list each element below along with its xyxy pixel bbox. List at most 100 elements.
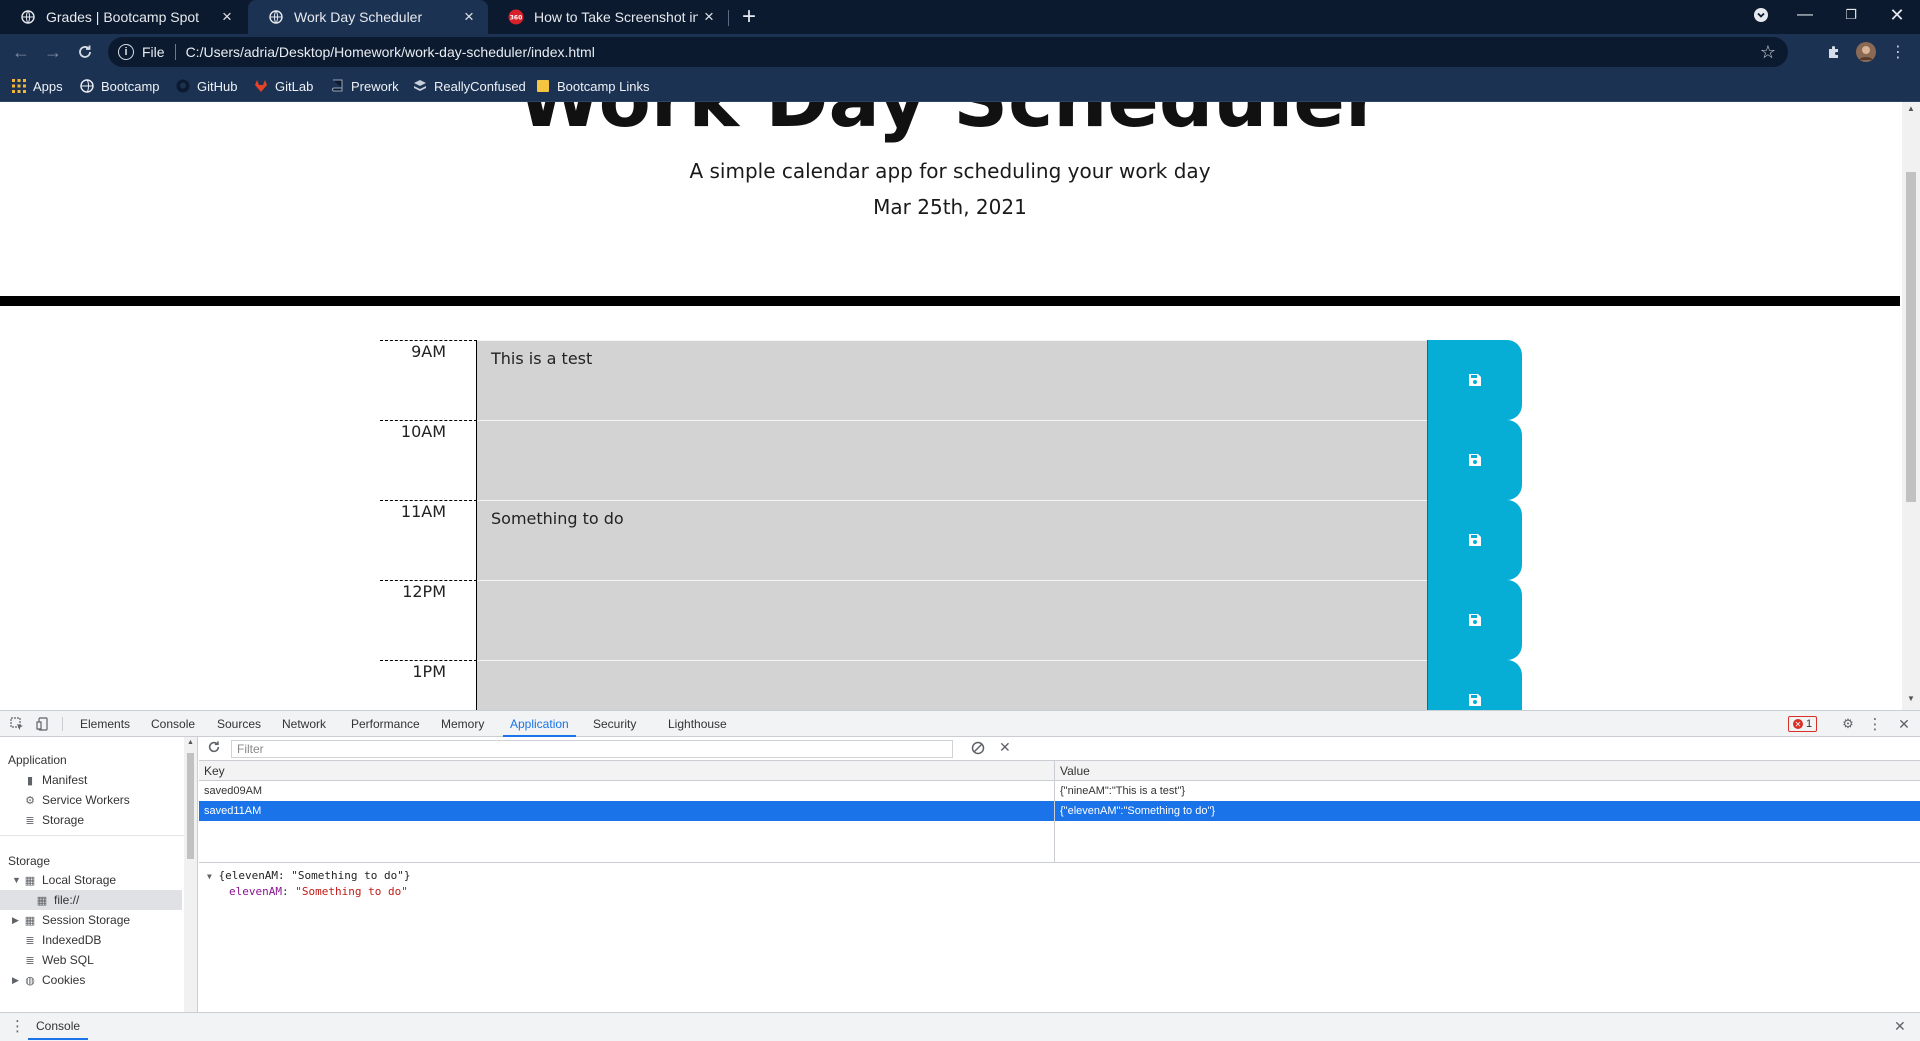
hour-label: 11AM: [380, 500, 477, 580]
save-button[interactable]: [1427, 500, 1522, 580]
info-icon[interactable]: i: [118, 44, 134, 60]
tab-screenshot-guide[interactable]: 360 How to Take Screenshot in Windows ×: [488, 0, 728, 34]
drawer-menu-icon[interactable]: ⋮: [10, 1017, 25, 1035]
devtools-tab-sources[interactable]: Sources: [217, 711, 261, 737]
tab-grades[interactable]: Grades | Bootcamp Spot ×: [0, 0, 246, 34]
close-devtools-icon[interactable]: ✕: [1895, 715, 1913, 733]
hour-label: 9AM: [380, 340, 477, 420]
tab-title: How to Take Screenshot in Windows: [534, 9, 698, 25]
description-textarea[interactable]: [477, 660, 1427, 710]
save-button[interactable]: [1427, 340, 1522, 420]
collapsed-triangle-icon[interactable]: ▶: [12, 915, 22, 926]
devtools-tab-network[interactable]: Network: [282, 711, 326, 737]
address-bar[interactable]: i File C:/Users/adria/Desktop/Homework/w…: [108, 37, 1788, 67]
expanded-triangle-icon[interactable]: ▼: [12, 875, 22, 885]
value-cell[interactable]: {"nineAM":"This is a test"}: [1055, 781, 1920, 801]
sidebar-item-storage[interactable]: ≣ Storage: [24, 810, 84, 830]
restore-icon[interactable]: ❐: [1828, 0, 1874, 30]
key-cell[interactable]: saved11AM: [199, 801, 1054, 821]
page-viewport: Work Day Scheduler A simple calendar app…: [0, 102, 1920, 710]
browser-menu-icon[interactable]: ⋮: [1888, 42, 1908, 62]
bookmark-prework[interactable]: Prework: [330, 76, 399, 96]
devtools-tab-security[interactable]: Security: [593, 711, 636, 737]
devtools-tab-memory[interactable]: Memory: [441, 711, 484, 737]
description-textarea[interactable]: [477, 420, 1427, 500]
column-header-value[interactable]: Value: [1055, 761, 1920, 781]
forward-icon[interactable]: →: [40, 39, 66, 65]
file-icon: ▮: [26, 774, 34, 787]
filter-input[interactable]: Filter: [231, 740, 953, 758]
close-window-icon[interactable]: ✕: [1874, 0, 1920, 30]
preview-object[interactable]: ▼ {elevenAM: "Something to do"}: [207, 869, 411, 882]
scroll-up-icon[interactable]: ▲: [1907, 104, 1915, 113]
page-scrollbar-thumb[interactable]: [1906, 172, 1916, 502]
table-row[interactable]: saved09AM {"nineAM":"This is a test"}: [199, 781, 1920, 801]
save-button[interactable]: [1427, 660, 1522, 710]
expanded-triangle-icon[interactable]: ▼: [207, 872, 212, 881]
sidebar-item-service-workers[interactable]: ⚙ Service Workers: [24, 790, 130, 810]
extensions-puzzle-icon[interactable]: [1824, 42, 1844, 62]
value-cell[interactable]: {"elevenAM":"Something to do"}: [1055, 801, 1920, 821]
bookmark-reallyconfused[interactable]: ReallyConfused: [413, 76, 526, 96]
description-textarea[interactable]: This is a test: [477, 340, 1427, 420]
settings-gear-icon[interactable]: ⚙: [1839, 715, 1857, 733]
clear-all-icon[interactable]: [971, 741, 987, 757]
scroll-up-icon[interactable]: ▲: [187, 739, 194, 746]
tab-work-day-scheduler[interactable]: Work Day Scheduler ×: [248, 0, 488, 34]
bookmark-label: Bootcamp Links: [557, 78, 650, 94]
delete-selected-icon[interactable]: ✕: [999, 739, 1015, 757]
close-drawer-icon[interactable]: ✕: [1894, 1018, 1906, 1035]
collapsed-triangle-icon[interactable]: ▶: [12, 975, 22, 986]
save-button[interactable]: [1427, 580, 1522, 660]
profile-download-icon[interactable]: [1738, 0, 1784, 30]
sidebar-item-websql[interactable]: ≣ Web SQL: [24, 950, 93, 970]
close-tab-icon[interactable]: ×: [698, 6, 720, 28]
back-icon[interactable]: ←: [8, 39, 34, 65]
scroll-down-icon[interactable]: ▼: [1907, 694, 1915, 703]
new-tab-icon[interactable]: +: [736, 3, 762, 30]
devtools-tab-application[interactable]: Application: [503, 711, 576, 737]
sidebar-item-session-storage[interactable]: ▶ ▦ Session Storage: [12, 910, 130, 930]
page-scrollbar[interactable]: ▲ ▼: [1902, 102, 1920, 710]
devtools-tab-elements[interactable]: Elements: [80, 711, 130, 737]
key-cell[interactable]: saved09AM: [199, 781, 1054, 801]
bookmark-bootcamp[interactable]: Bootcamp: [80, 76, 160, 96]
sidebar-item-cookies[interactable]: ▶ ◍ Cookies: [12, 970, 85, 990]
local-storage-table: Key Value saved09AM {"nineAM":"This is a…: [199, 761, 1920, 863]
sidebar-item-indexeddb[interactable]: ≣ IndexedDB: [24, 930, 101, 950]
avatar[interactable]: [1856, 42, 1876, 62]
drawer-tab-console[interactable]: Console: [28, 1013, 89, 1040]
devtools-tab-lighthouse[interactable]: Lighthouse: [668, 711, 727, 737]
save-icon: [1469, 374, 1481, 386]
devtools-menu-icon[interactable]: ⋮: [1866, 715, 1884, 733]
bookmark-bootcamp-links[interactable]: Bootcamp Links: [536, 76, 650, 96]
reload-icon[interactable]: [72, 39, 98, 65]
description-textarea[interactable]: Something to do: [477, 500, 1427, 580]
save-icon: [1469, 614, 1481, 626]
bookmark-gitlab[interactable]: GitLab: [254, 76, 313, 96]
sidebar-item-label: Session Storage: [42, 913, 131, 927]
sidebar-item-manifest[interactable]: ▮ Manifest: [24, 770, 87, 790]
devtools-tab-console[interactable]: Console: [151, 711, 195, 737]
table-row-selected[interactable]: saved11AM {"elevenAM":"Something to do"}: [199, 801, 1920, 821]
close-tab-icon[interactable]: ×: [216, 6, 238, 28]
minimize-icon[interactable]: —: [1782, 0, 1828, 30]
bookmark-apps[interactable]: Apps: [12, 76, 63, 96]
refresh-icon[interactable]: [207, 740, 225, 758]
bookmark-star-icon[interactable]: ☆: [1760, 42, 1776, 63]
sidebar-item-file-origin[interactable]: ▦ file://: [36, 890, 80, 910]
description-textarea[interactable]: [477, 580, 1427, 660]
devtools-tab-bar: Elements Console Sources Network Perform…: [0, 711, 1920, 737]
device-toolbar-icon[interactable]: [34, 715, 52, 733]
sidebar-scrollbar-thumb[interactable]: [187, 753, 194, 859]
column-header-key[interactable]: Key: [199, 761, 1055, 781]
bookmark-github[interactable]: GitHub: [176, 76, 237, 96]
sidebar-scrollbar[interactable]: ▲ ▼: [184, 737, 197, 1022]
devtools-tab-performance[interactable]: Performance: [351, 711, 420, 737]
error-count-badge[interactable]: ✕ 1: [1788, 716, 1818, 732]
inspect-element-icon[interactable]: [8, 715, 26, 733]
address-url[interactable]: C:/Users/adria/Desktop/Homework/work-day…: [186, 44, 595, 60]
sidebar-item-local-storage[interactable]: ▼ ▦ Local Storage: [12, 870, 116, 890]
close-tab-icon[interactable]: ×: [458, 6, 480, 28]
save-button[interactable]: [1427, 420, 1522, 500]
